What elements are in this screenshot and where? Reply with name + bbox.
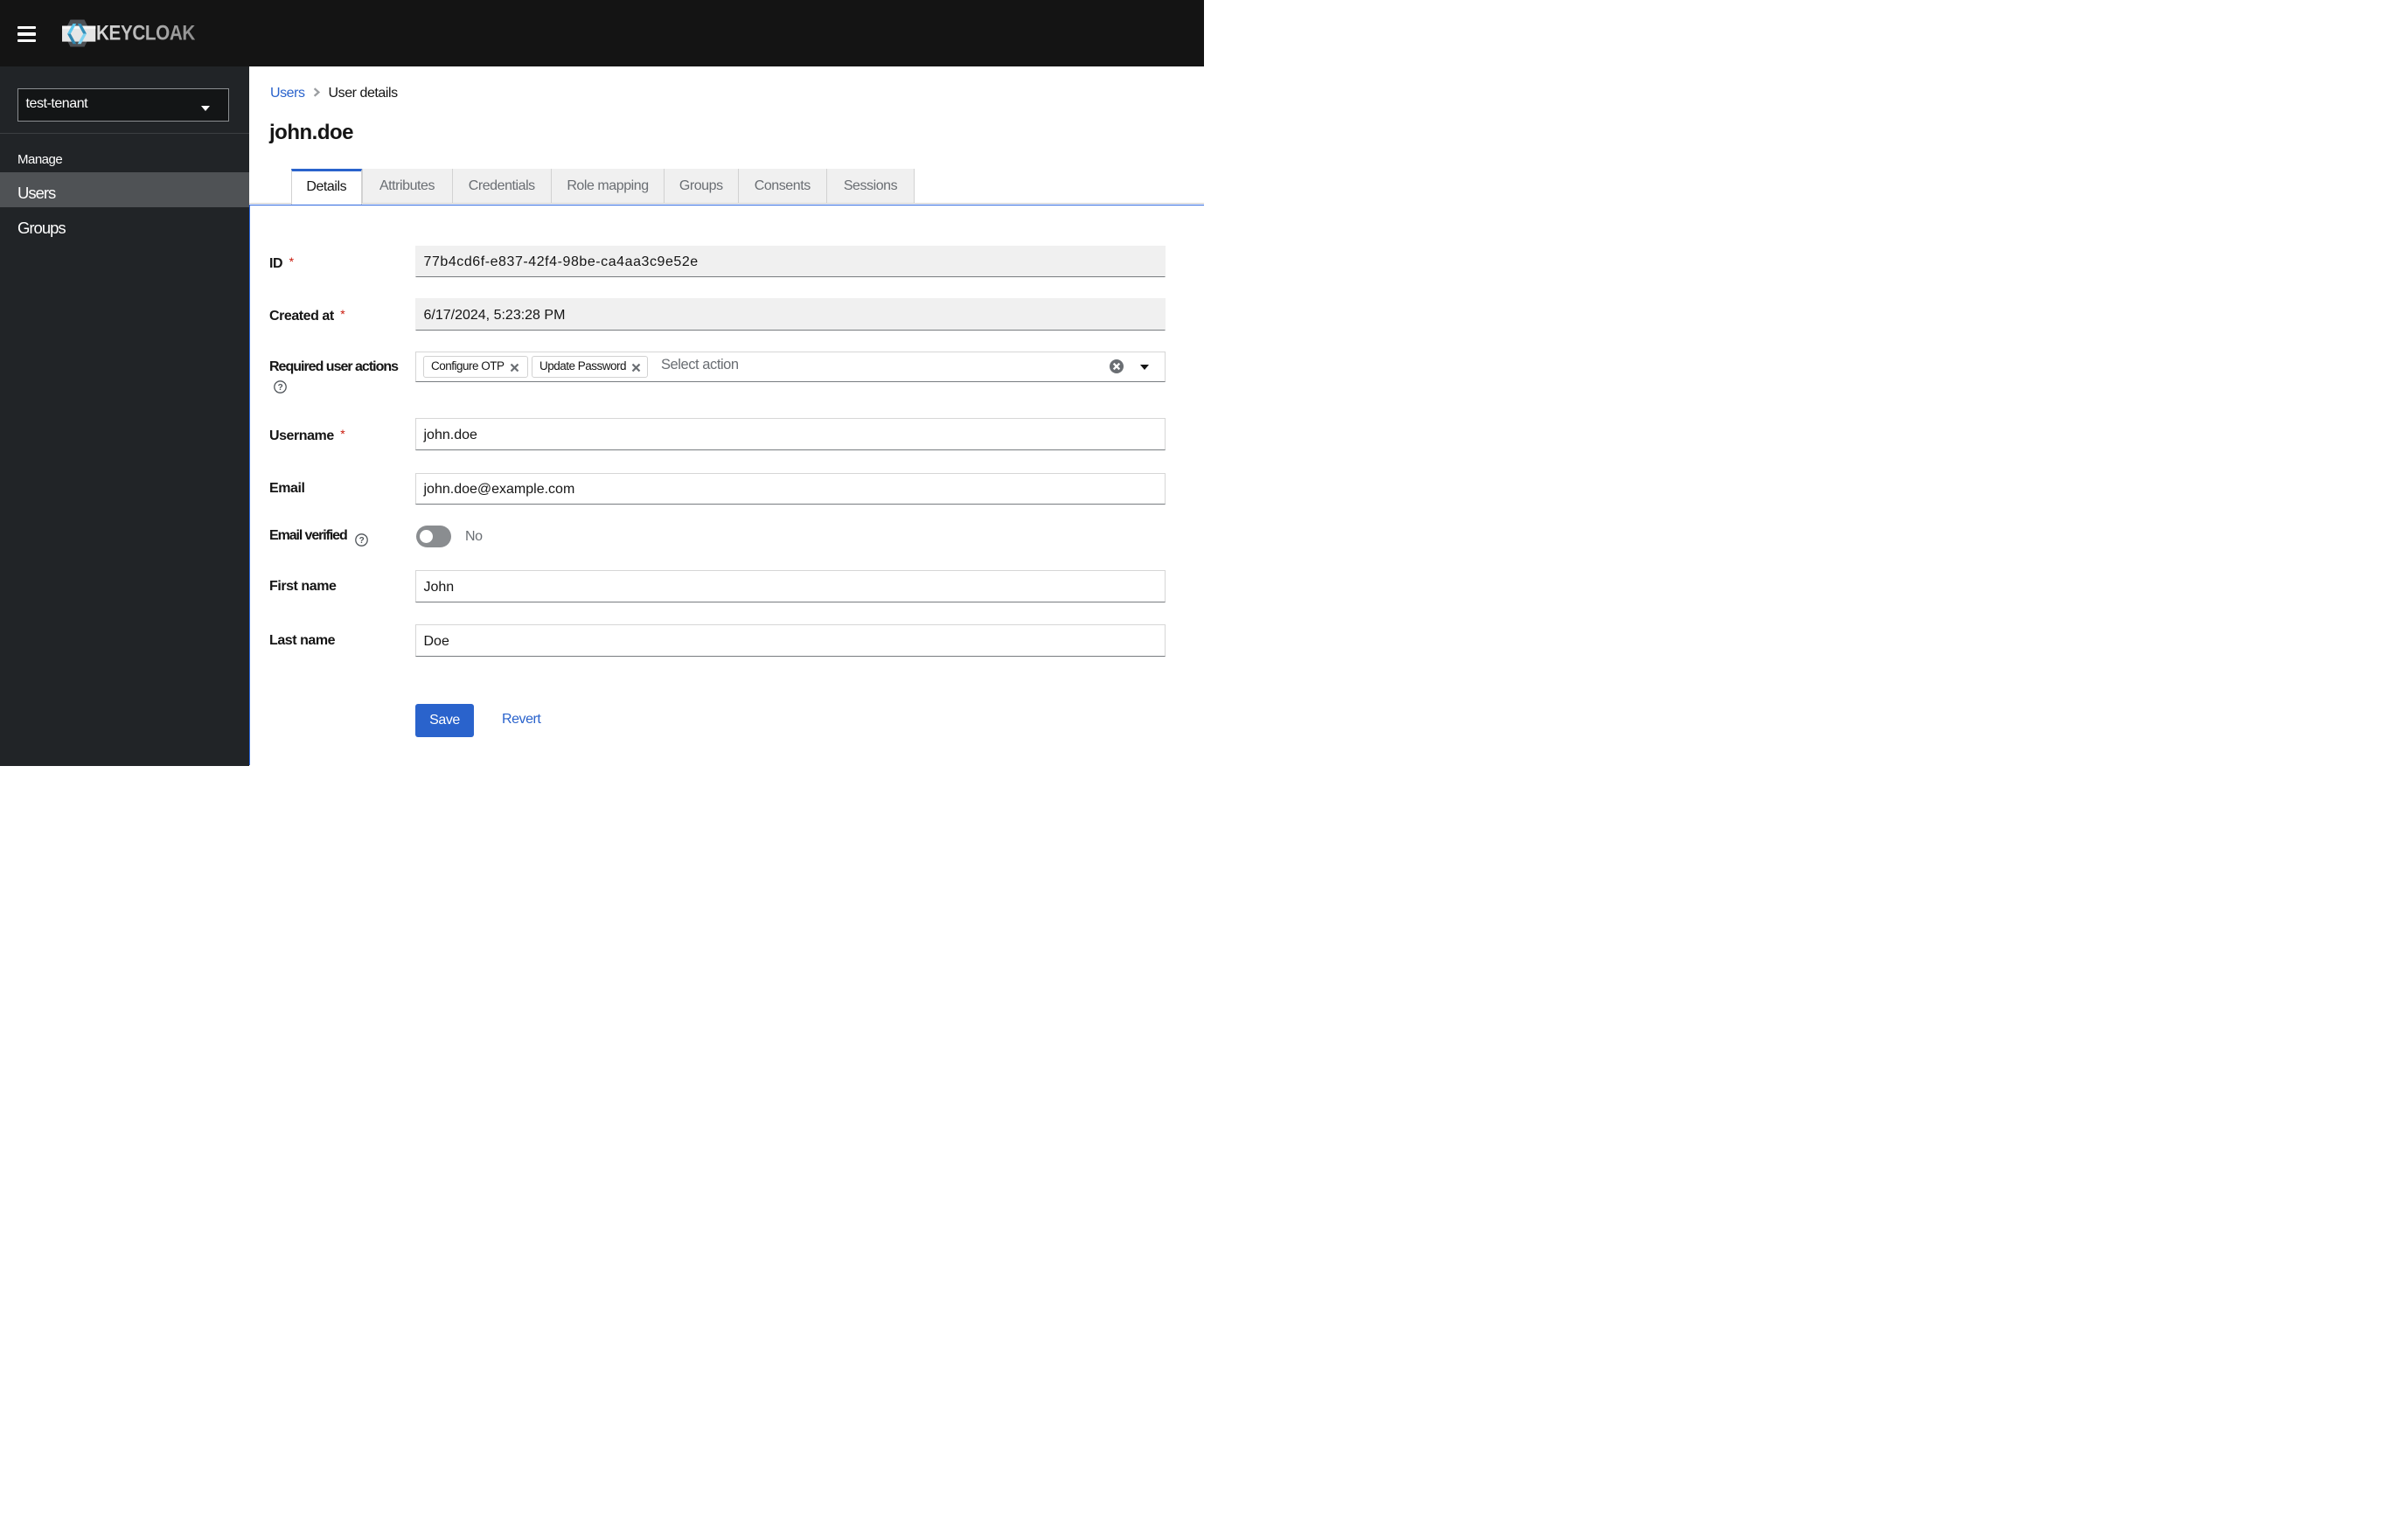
svg-text:?: ? bbox=[278, 383, 283, 393]
svg-text:?: ? bbox=[359, 536, 365, 546]
svg-text:KEYCLOAK: KEYCLOAK bbox=[96, 22, 196, 45]
